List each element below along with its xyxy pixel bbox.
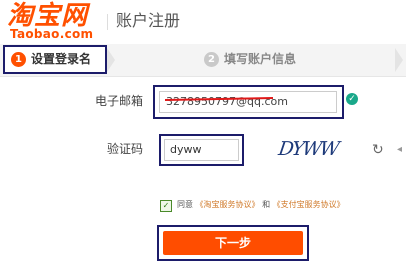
email-label: 电子邮箱 bbox=[94, 94, 143, 108]
step-1-set-login-name: 1 设置登录名 bbox=[3, 45, 107, 74]
agreement-checkbox[interactable]: ✓ bbox=[160, 200, 172, 212]
step-arrow-icon bbox=[107, 48, 115, 72]
page-title: 账户注册 bbox=[116, 11, 181, 30]
captcha-label: 验证码 bbox=[106, 142, 143, 156]
refresh-icon[interactable]: ↻ bbox=[372, 143, 384, 157]
agreement-prefix: 同意 bbox=[177, 200, 193, 209]
captcha-image[interactable]: DYWW bbox=[266, 135, 350, 163]
agreement-text: 同意 《淘宝服务协议》 和 《支付宝服务协议》 bbox=[177, 199, 345, 211]
next-step-button[interactable]: 下一步 bbox=[163, 231, 303, 255]
header-divider bbox=[107, 14, 108, 30]
email-field-frame: 3278950797@qq.com bbox=[153, 85, 344, 119]
check-circle-icon: ✓ bbox=[346, 93, 358, 105]
alipay-service-agreement-link[interactable]: 《支付宝服务协议》 bbox=[273, 200, 345, 209]
taobao-service-agreement-link[interactable]: 《淘宝服务协议》 bbox=[196, 200, 260, 209]
taobao-logo-en: Taobao.com bbox=[10, 27, 94, 41]
captcha-input[interactable]: dyww bbox=[164, 139, 239, 161]
next-button-frame: 下一步 bbox=[157, 225, 309, 261]
step-2-number: 2 bbox=[204, 52, 219, 67]
step-1-number: 1 bbox=[11, 52, 26, 67]
step-1-label: 设置登录名 bbox=[31, 52, 92, 66]
scroll-right-icon[interactable]: ◂ bbox=[397, 145, 402, 155]
captcha-field-frame: dyww bbox=[159, 134, 244, 166]
agreement-and: 和 bbox=[262, 200, 271, 209]
step-2-label: 填写账户信息 bbox=[224, 52, 297, 66]
step-arrow-icon bbox=[395, 48, 403, 72]
email-input[interactable]: 3278950797@qq.com bbox=[159, 91, 337, 113]
